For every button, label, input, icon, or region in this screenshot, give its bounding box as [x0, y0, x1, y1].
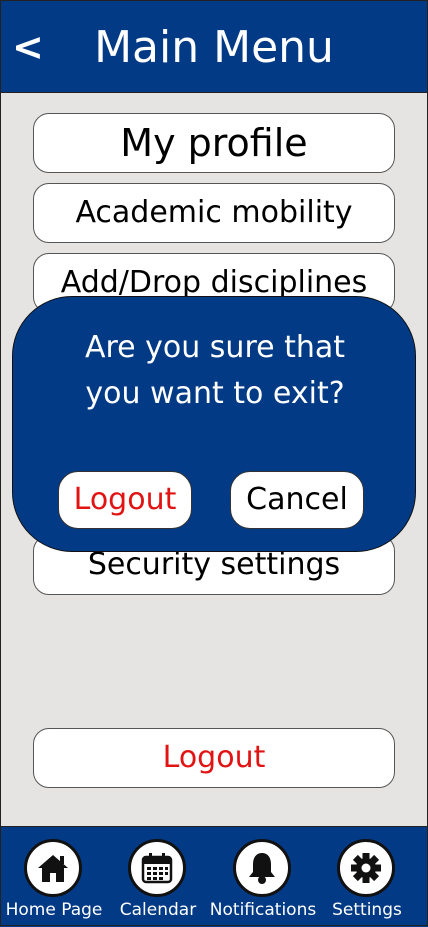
- calendar-icon: [128, 839, 186, 897]
- app-header: < Main Menu: [0, 0, 428, 93]
- dialog-message: Are you sure that you want to exit?: [13, 325, 417, 417]
- tab-settings-label: Settings: [332, 900, 402, 920]
- dialog-message-line-2: you want to exit?: [85, 376, 345, 411]
- dialog-message-line-1: Are you sure that: [84, 330, 346, 365]
- gear-icon: [337, 839, 395, 897]
- tab-home-page[interactable]: Home Page: [2, 837, 106, 925]
- tab-notifications[interactable]: Notifications: [210, 837, 316, 925]
- page-title: Main Menu: [94, 22, 334, 73]
- exit-confirm-dialog: Are you sure that you want to exit? Logo…: [12, 296, 416, 552]
- tab-calendar[interactable]: Calendar: [106, 837, 210, 925]
- home-icon: [24, 839, 82, 897]
- dialog-logout-button[interactable]: Logout: [58, 471, 192, 529]
- dialog-cancel-button[interactable]: Cancel: [230, 471, 364, 529]
- bell-icon: [233, 839, 291, 897]
- menu-item-my-profile[interactable]: My profile: [33, 113, 395, 173]
- bottom-tab-bar: Home Page Calendar Notifications Setting…: [0, 826, 428, 927]
- menu-item-academic-mobility[interactable]: Academic mobility: [33, 183, 395, 243]
- logout-button[interactable]: Logout: [33, 728, 395, 788]
- tab-settings[interactable]: Settings: [315, 837, 419, 925]
